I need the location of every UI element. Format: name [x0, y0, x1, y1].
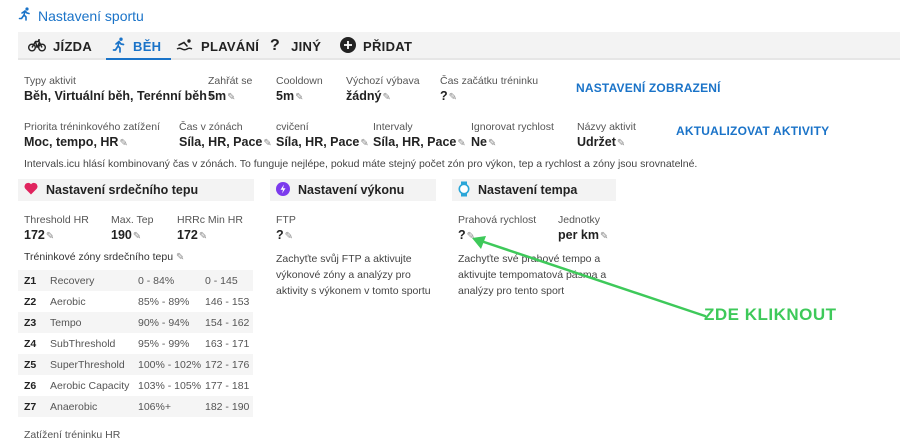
annotation-arrow [472, 236, 707, 318]
click-here-annotation: ZDE KLIKNOUT [704, 305, 837, 324]
